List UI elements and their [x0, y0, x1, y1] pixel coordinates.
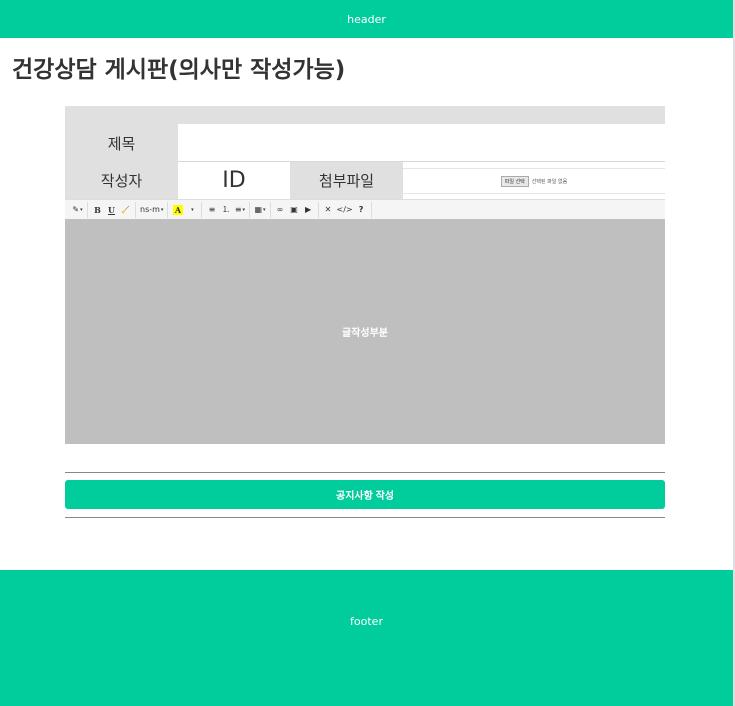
paragraph-button[interactable]: ≡ ▾: [233, 202, 246, 217]
post-form: 제목 작성자 ID 첨부파일 파일 선택 선택된 파일 없음 ✎ ▾ B U 🧹 …: [65, 106, 665, 444]
toolbar-group-color: A ▾: [168, 201, 203, 218]
chevron-down-icon: ▾: [80, 206, 83, 213]
form-top-band: [65, 106, 665, 124]
attach-label: 첨부파일: [290, 162, 403, 199]
color-dropdown-button[interactable]: ▾: [185, 202, 198, 217]
file-status-text: 선택된 파일 없음: [531, 178, 568, 185]
list-ul-icon: ≡: [208, 205, 216, 214]
header-label: header: [347, 12, 386, 26]
editor-placeholder: 글작성부분: [342, 328, 388, 339]
fullscreen-icon: ✕: [324, 205, 332, 214]
toolbar-group-table: ▦ ▾: [250, 201, 271, 218]
toolbar-group-para: ≡ ⒈ ≡ ▾: [202, 201, 251, 218]
magic-wand-icon: ✎: [72, 205, 80, 214]
help-icon: ?: [358, 205, 364, 214]
chevron-down-icon: ▾: [160, 206, 164, 213]
divider: [65, 472, 665, 473]
file-input: 파일 선택 선택된 파일 없음: [403, 168, 665, 194]
codeview-button[interactable]: </>: [336, 202, 354, 217]
title-input[interactable]: [178, 124, 665, 162]
picture-icon: ▣: [290, 205, 298, 214]
footer-bar: footer: [0, 570, 733, 706]
fullscreen-button[interactable]: ✕: [322, 202, 335, 217]
unordered-list-button[interactable]: ≡: [205, 202, 218, 217]
clear-format-button[interactable]: 🧹: [119, 202, 132, 217]
title-label: 제목: [65, 124, 178, 162]
chevron-down-icon: ▾: [263, 206, 266, 213]
title-row: 제목: [65, 124, 665, 162]
toolbar-group-fontname: ns-m ▾: [136, 201, 169, 218]
table-button[interactable]: ▦ ▾: [253, 202, 266, 217]
submit-notice-button[interactable]: 공지사항 작성: [65, 480, 665, 509]
link-icon: ∞: [276, 205, 284, 214]
ordered-list-button[interactable]: ⒈: [219, 202, 232, 217]
table-icon: ▦: [254, 205, 262, 214]
toolbar-group-view: ✕ </> ?: [319, 201, 372, 218]
writer-id-value: ID: [178, 162, 290, 199]
align-icon: ≡: [234, 205, 242, 214]
underline-button[interactable]: U: [105, 202, 118, 217]
eraser-icon: 🧹: [121, 205, 130, 214]
page-title: 건강상담 게시판(의사만 작성가능): [12, 57, 346, 83]
font-name-dropdown[interactable]: ns-m ▾: [139, 202, 164, 217]
help-button[interactable]: ?: [355, 202, 368, 217]
list-ol-icon: ⒈: [221, 205, 230, 214]
footer-label: footer: [350, 615, 383, 628]
chevron-down-icon: ▾: [191, 206, 194, 213]
bold-button[interactable]: B: [91, 202, 104, 217]
editor-content-area[interactable]: 글작성부분: [65, 219, 665, 444]
writer-row: 작성자 ID 첨부파일 파일 선택 선택된 파일 없음: [65, 162, 665, 199]
file-select-button[interactable]: 파일 선택: [500, 175, 529, 187]
style-button[interactable]: ✎ ▾: [71, 202, 84, 217]
video-button[interactable]: ▶: [302, 202, 315, 217]
toolbar-group-insert: ∞ ▣ ▶: [271, 201, 319, 218]
toolbar-group-font: B U 🧹: [88, 201, 136, 218]
link-button[interactable]: ∞: [274, 202, 287, 217]
font-name-value: ns-m: [140, 205, 160, 214]
text-color-button[interactable]: A: [171, 202, 184, 217]
code-icon: </>: [336, 205, 353, 214]
editor-toolbar: ✎ ▾ B U 🧹 ns-m ▾ A ▾ ≡ ⒈ ≡ ▾ ▦ ▾ ∞ ▣ ▶ ✕…: [65, 199, 665, 219]
picture-button[interactable]: ▣: [288, 202, 301, 217]
toolbar-group-style: ✎ ▾: [68, 201, 88, 218]
video-icon: ▶: [304, 205, 312, 214]
divider: [65, 517, 665, 518]
page: header 건강상담 게시판(의사만 작성가능) 제목 작성자 ID 첨부파일…: [0, 0, 735, 706]
text-color-icon: A: [172, 204, 184, 215]
header-bar: header: [0, 0, 733, 38]
chevron-down-icon: ▾: [242, 206, 246, 213]
writer-label: 작성자: [65, 162, 178, 199]
